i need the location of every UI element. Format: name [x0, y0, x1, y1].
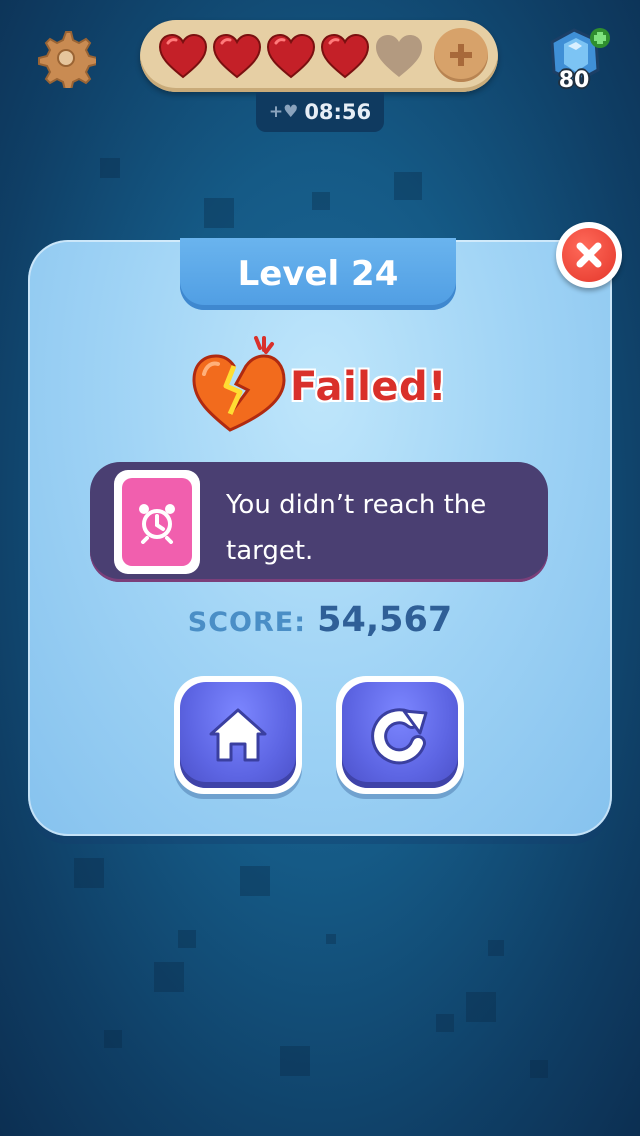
- bg-decoration: [312, 192, 330, 210]
- bg-decoration: [530, 1060, 548, 1078]
- bg-decoration: [104, 1030, 122, 1048]
- bg-decoration: [204, 198, 234, 228]
- bg-decoration: [100, 158, 120, 178]
- plus-icon: [450, 44, 472, 66]
- empty-heart-icon: [376, 35, 422, 77]
- lives-bar: [140, 20, 498, 92]
- heart-icon: [158, 33, 208, 79]
- gear-icon: [38, 31, 98, 91]
- home-button[interactable]: [174, 676, 302, 794]
- add-lives-button[interactable]: [434, 28, 488, 82]
- bg-decoration: [436, 1014, 454, 1032]
- failed-header: Failed!: [190, 334, 450, 434]
- failure-reason-box: You didn’t reach the target.: [90, 462, 548, 582]
- level-title: Level 24: [180, 238, 456, 310]
- heart-icon: [266, 33, 316, 79]
- timer-value: 08:56: [304, 100, 372, 124]
- bg-decoration: [154, 962, 184, 992]
- failure-message: You didn’t reach the target.: [226, 490, 487, 566]
- retry-icon: [371, 708, 428, 765]
- heart-icon: [212, 33, 262, 79]
- close-icon: [576, 242, 602, 268]
- home-icon: [209, 708, 267, 762]
- score: SCORE: 54,567: [0, 600, 640, 640]
- bg-decoration: [326, 934, 336, 944]
- close-button[interactable]: [556, 222, 622, 288]
- bg-decoration: [488, 940, 504, 956]
- bg-decoration: [466, 992, 496, 1022]
- alarm-clock-icon: [139, 504, 175, 544]
- plus-heart-icon: +♥: [268, 102, 299, 122]
- alarm-card: [114, 470, 200, 574]
- score-value: 54,567: [317, 600, 453, 640]
- heart-icon: [320, 33, 370, 79]
- life-refill-timer: +♥ 08:56: [256, 92, 384, 132]
- broken-heart-icon: [192, 336, 286, 432]
- score-label: SCORE:: [187, 607, 307, 638]
- settings-button[interactable]: [36, 28, 98, 91]
- bg-decoration: [240, 866, 270, 896]
- gem-count: 80: [558, 68, 590, 93]
- bg-decoration: [280, 1046, 310, 1076]
- failed-status: Failed!: [290, 364, 447, 410]
- bg-decoration: [178, 930, 196, 948]
- retry-button[interactable]: [336, 676, 464, 794]
- bg-decoration: [74, 858, 104, 888]
- bg-decoration: [394, 172, 422, 200]
